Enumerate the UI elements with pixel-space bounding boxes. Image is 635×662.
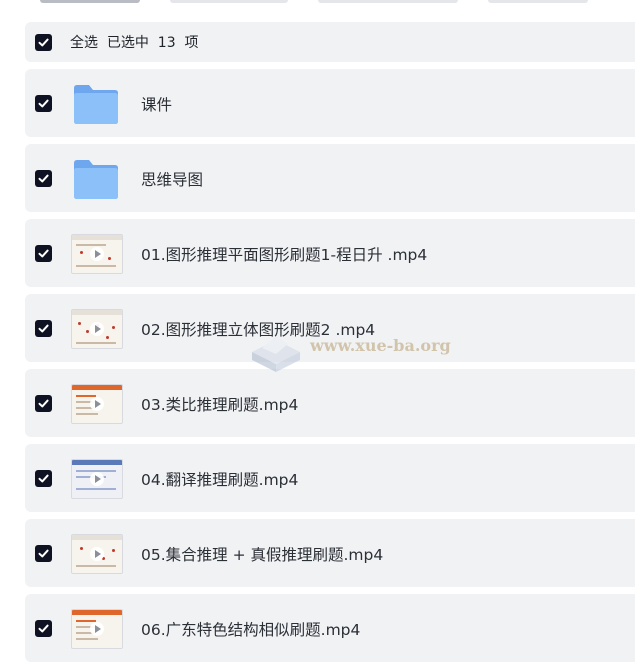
video-thumbnail-icon <box>71 609 123 649</box>
row-checkbox[interactable] <box>35 95 52 112</box>
file-name[interactable]: 思维导图 <box>141 168 203 190</box>
file-name[interactable]: 02.图形推理立体图形刷题2 .mp4 <box>141 318 375 340</box>
file-row[interactable]: 06.广东特色结构相似刷题.mp4 <box>25 594 635 662</box>
row-checkbox[interactable] <box>35 545 52 562</box>
check-icon <box>38 38 49 46</box>
row-checkbox[interactable] <box>35 395 52 412</box>
select-all-bar: 全选 已选中 13 项 <box>25 22 635 62</box>
row-checkbox[interactable] <box>35 170 52 187</box>
check-icon <box>38 624 49 633</box>
top-tab-strip <box>0 0 635 6</box>
file-name[interactable]: 01.图形推理平面图形刷题1-程日升 .mp4 <box>141 243 427 265</box>
folder-icon <box>74 85 118 124</box>
check-icon <box>38 174 49 183</box>
file-row[interactable]: 课件 <box>25 69 635 137</box>
file-name[interactable]: 课件 <box>141 93 172 115</box>
select-all-checkbox[interactable] <box>35 33 52 51</box>
video-thumbnail-icon <box>71 309 123 349</box>
file-row[interactable]: 04.翻译推理刷题.mp4 <box>25 444 635 512</box>
check-icon <box>38 324 49 333</box>
tab-3[interactable] <box>318 0 458 3</box>
check-icon <box>38 474 49 483</box>
check-icon <box>38 399 49 408</box>
file-name[interactable]: 03.类比推理刷题.mp4 <box>141 393 298 415</box>
video-thumbnail-icon <box>71 234 123 274</box>
file-name[interactable]: 05.集合推理 + 真假推理刷题.mp4 <box>141 543 383 565</box>
file-name[interactable]: 06.广东特色结构相似刷题.mp4 <box>141 618 360 640</box>
video-thumbnail-icon <box>71 534 123 574</box>
tab-2[interactable] <box>170 0 288 3</box>
file-row[interactable]: 思维导图 <box>25 144 635 212</box>
row-checkbox[interactable] <box>35 470 52 487</box>
row-checkbox[interactable] <box>35 320 52 337</box>
check-icon <box>38 549 49 558</box>
file-row[interactable]: 01.图形推理平面图形刷题1-程日升 .mp4 <box>25 219 635 287</box>
file-name[interactable]: 04.翻译推理刷题.mp4 <box>141 468 298 490</box>
tab-4[interactable] <box>488 0 588 3</box>
file-row[interactable]: 02.图形推理立体图形刷题2 .mp4 <box>25 294 635 362</box>
row-checkbox[interactable] <box>35 620 52 637</box>
check-icon <box>38 249 49 258</box>
folder-icon <box>74 160 118 199</box>
tab-1[interactable] <box>40 0 140 3</box>
file-row[interactable]: 05.集合推理 + 真假推理刷题.mp4 <box>25 519 635 587</box>
selection-count-label: 全选 已选中 13 项 <box>70 35 199 51</box>
video-thumbnail-icon <box>71 459 123 499</box>
video-thumbnail-icon <box>71 384 123 424</box>
file-row[interactable]: 03.类比推理刷题.mp4 <box>25 369 635 437</box>
check-icon <box>38 99 49 108</box>
row-checkbox[interactable] <box>35 245 52 262</box>
